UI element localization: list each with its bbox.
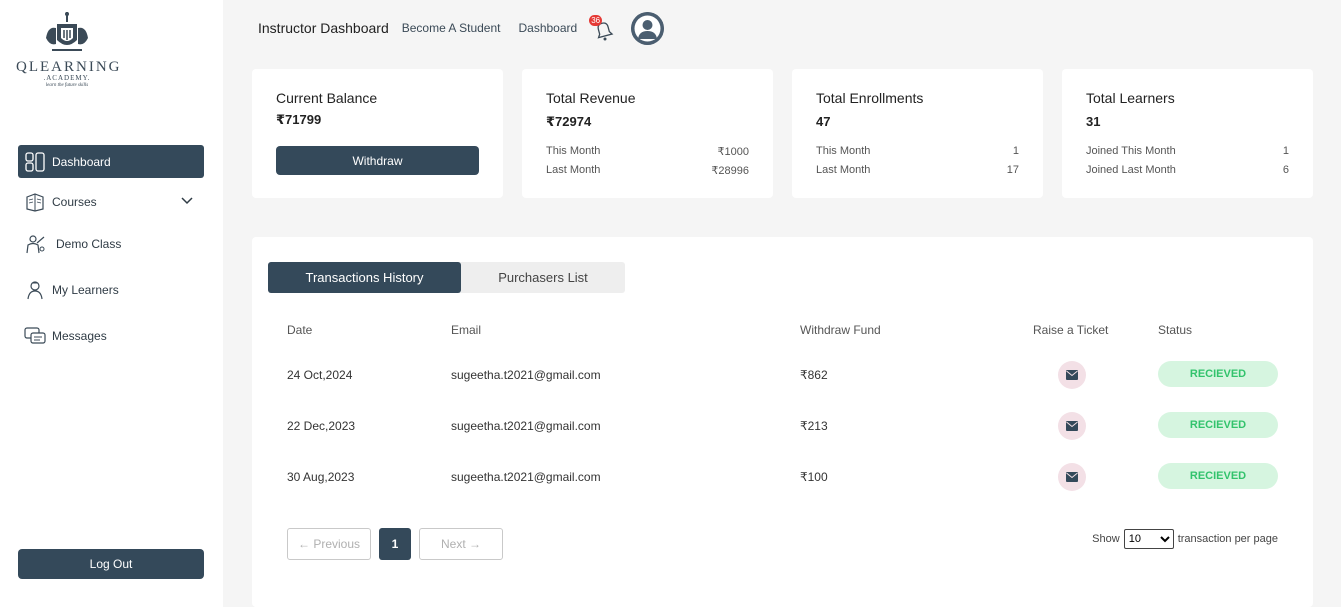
stat-row: Last Month ₹28996 [546,164,749,177]
row-fund: ₹213 [800,419,828,433]
notification-bell-icon[interactable]: 36 [589,15,615,41]
teacher-icon [24,233,46,255]
stat-value: ₹1000 [717,146,749,158]
stat-label: Joined Last Month [1086,164,1176,176]
sidebar-item-label: Messages [52,328,107,343]
sidebar-item-messages[interactable]: Messages [18,319,204,352]
stat-label: This Month [546,145,601,157]
column-header-date: Date [287,323,313,337]
sidebar-item-label: Dashboard [52,154,111,169]
sidebar-item-demo-class[interactable]: Demo Class [18,227,204,260]
page-number-button[interactable]: 1 [379,528,411,560]
stat-value: 1 [1282,145,1289,157]
logout-button[interactable]: Log Out [18,549,204,579]
withdraw-button[interactable]: Withdraw [276,146,479,175]
status-badge: RECIEVED [1158,412,1278,438]
chat-icon [24,325,46,347]
sidebar-item-label: My Learners [52,282,119,297]
row-fund: ₹862 [800,368,828,382]
next-page-button[interactable]: Next → [419,528,503,560]
page-title: Instructor Dashboard [258,20,389,36]
avatar[interactable] [631,11,665,45]
stat-value: 17 [1006,164,1019,176]
card-value: 31 [1086,114,1101,129]
row-email: sugeetha.t2021@gmail.com [451,419,601,433]
total-learners-card: Total Learners 31 Joined This Month 1 Joi… [1062,69,1313,198]
per-page-control: Show 10 transaction per page [1092,528,1278,550]
status-badge: RECIEVED [1158,361,1278,387]
stat-label: Last Month [546,164,601,176]
become-student-link[interactable]: Become A Student [402,21,501,35]
card-value: ₹71799 [276,112,322,127]
sidebar-item-label: Demo Class [56,236,122,251]
total-enrollments-card: Total Enrollments 47 This Month 1 Last Mo… [792,69,1043,198]
stat-label: Last Month [816,164,871,176]
stat-row: Last Month 17 [816,164,1019,176]
column-header-raise-ticket: Raise a Ticket [1033,323,1109,337]
stat-label: Joined This Month [1086,145,1176,157]
card-value: ₹72974 [546,114,592,129]
row-email: sugeetha.t2021@gmail.com [451,470,601,484]
card-title: Total Enrollments [816,90,924,106]
sidebar-item-label: Courses [52,194,97,209]
top-bar: Instructor Dashboard Become A Student Da… [258,11,665,45]
stat-value: ₹28996 [711,165,749,177]
card-title: Current Balance [276,90,378,106]
current-balance-card: Current Balance ₹71799 Withdraw [252,69,503,198]
sidebar-item-my-learners[interactable]: My Learners [18,273,204,306]
raise-ticket-mail-icon[interactable] [1058,412,1086,440]
stat-row: This Month ₹1000 [546,145,749,158]
tab-bar: Transactions History Purchasers List [268,262,625,293]
sidebar-item-dashboard[interactable]: Dashboard [18,145,204,178]
brand-sub: .ACADEMY. [43,74,91,82]
tab-transactions-history[interactable]: Transactions History [268,262,461,293]
transactions-panel: Transactions History Purchasers List Dat… [252,237,1313,607]
sidebar-item-courses[interactable]: Courses [18,185,204,218]
status-badge: RECIEVED [1158,463,1278,489]
tab-purchasers-list[interactable]: Purchasers List [461,262,625,293]
row-fund: ₹100 [800,470,828,484]
chevron-down-icon[interactable] [180,194,194,211]
total-revenue-card: Total Revenue ₹72974 This Month ₹1000 Las… [522,69,773,198]
column-header-status: Status [1158,323,1193,337]
card-value: 47 [816,114,831,129]
brand-tagline: learn the future skills [45,83,89,88]
raise-ticket-mail-icon[interactable] [1058,463,1086,491]
notification-badge: 36 [589,15,603,26]
dashboard-grid-icon [24,151,46,173]
stat-value: 1 [1012,145,1019,157]
column-header-email: Email [451,323,482,337]
brand-name: QLEARNING [16,59,122,75]
stat-row: Joined Last Month 6 [1086,164,1289,176]
per-page-select[interactable]: 10 [1123,529,1174,549]
dashboard-link[interactable]: Dashboard [518,21,577,35]
row-date: 30 Aug,2023 [287,470,355,484]
row-date: 22 Dec,2023 [287,419,356,433]
stat-row: Joined This Month 1 [1086,145,1289,157]
brand-logo[interactable]: QLEARNING .ACADEMY. learn the future ski… [16,10,122,104]
stat-row: This Month 1 [816,145,1019,157]
card-title: Total Learners [1086,90,1175,106]
crest-icon [46,12,88,51]
raise-ticket-mail-icon[interactable] [1058,361,1086,389]
row-date: 24 Oct,2024 [287,368,353,382]
stat-label: This Month [816,145,871,157]
book-icon [24,191,46,213]
previous-page-button[interactable]: ← Previous [287,528,371,560]
per-page-label: transaction per page [1177,533,1278,545]
sidebar-nav: Dashboard Courses Demo Class My Learners [18,145,204,352]
card-title: Total Revenue [546,90,636,106]
stat-value: 6 [1282,164,1289,176]
learner-icon [24,279,46,301]
column-header-withdraw-fund: Withdraw Fund [800,323,881,337]
show-label: Show [1092,533,1120,545]
row-email: sugeetha.t2021@gmail.com [451,368,601,382]
sidebar: QLEARNING .ACADEMY. learn the future ski… [0,0,223,607]
